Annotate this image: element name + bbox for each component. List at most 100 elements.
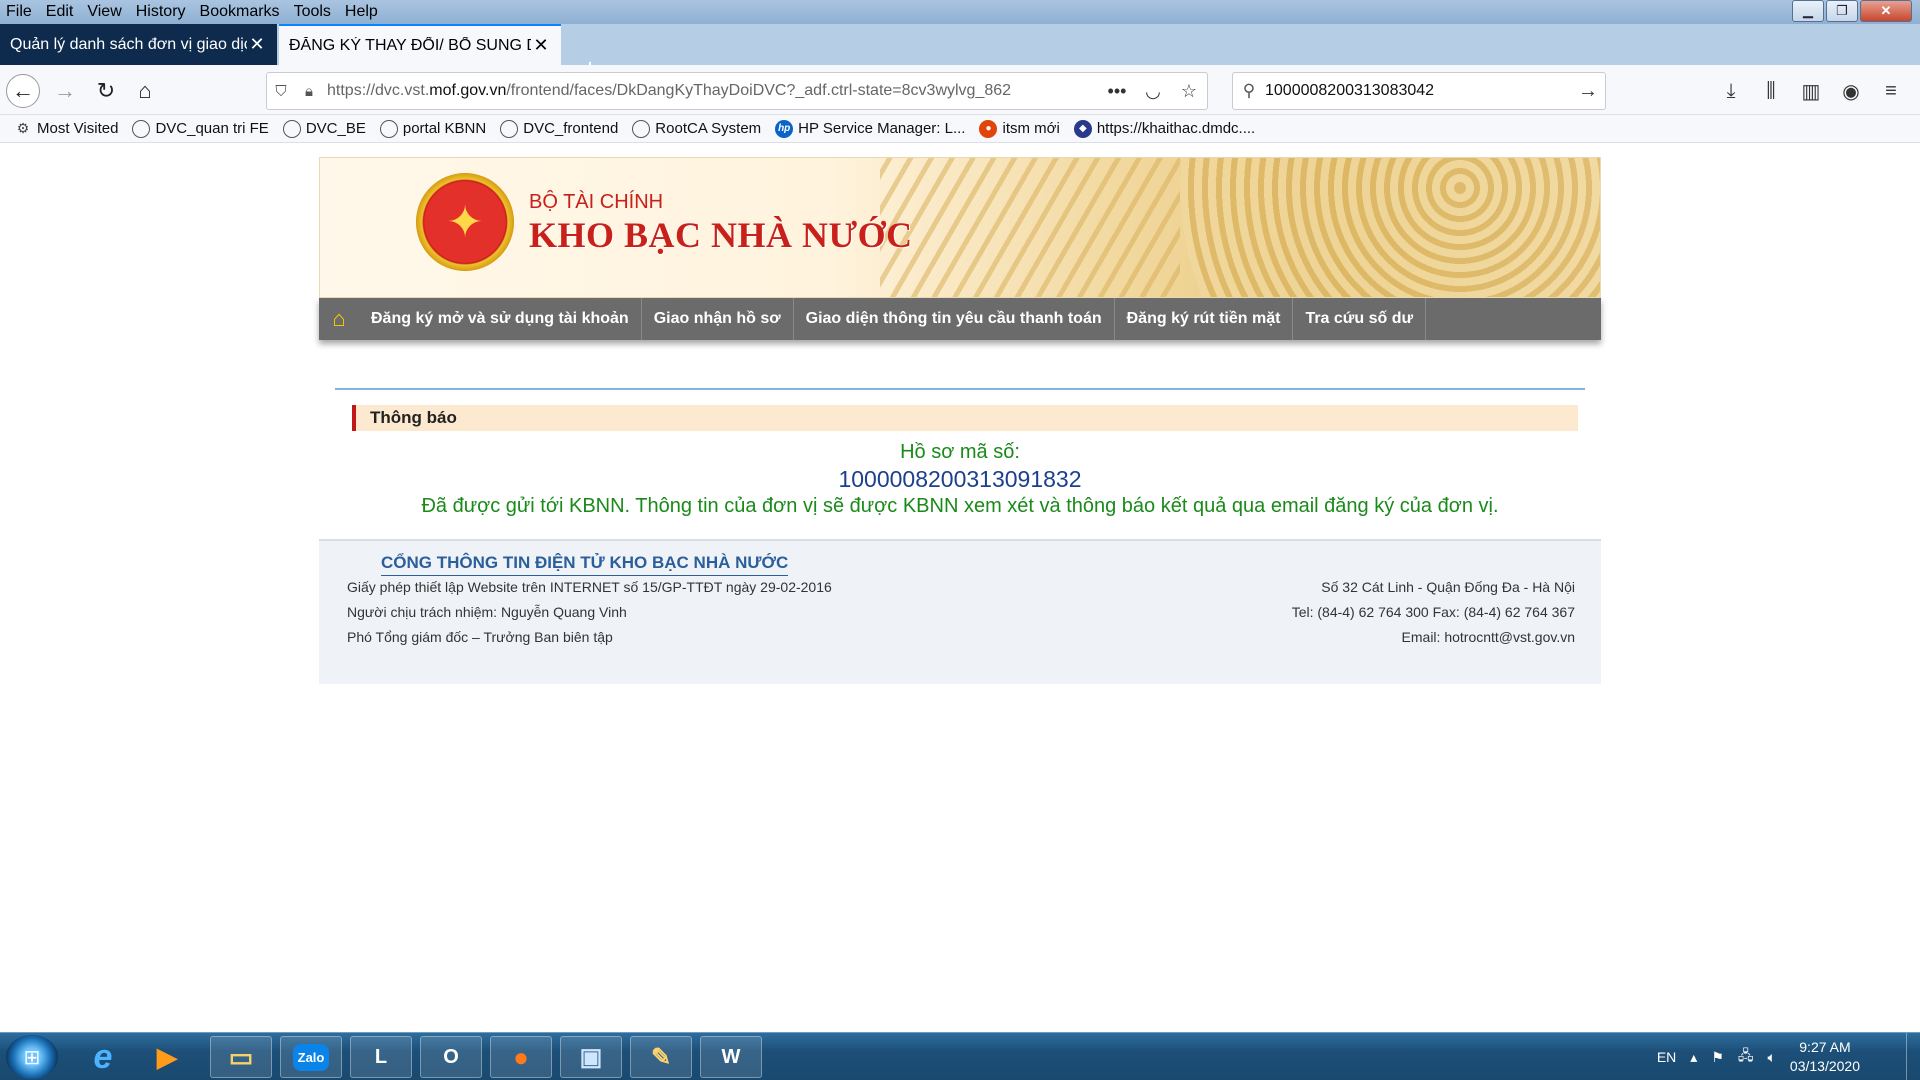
bookmark-most-visited[interactable]: ⚙ Most Visited [14, 120, 119, 138]
nav-balance-lookup[interactable]: Tra cứu số dư [1293, 298, 1427, 340]
zalo-icon[interactable]: Zalo [280, 1036, 342, 1078]
clock-date: 03/13/2020 [1789, 1058, 1860, 1074]
forward-button[interactable]: → [48, 74, 82, 108]
remote-desktop-icon[interactable]: ▣ [560, 1036, 622, 1078]
globe-icon [500, 119, 519, 138]
record-code: 1000008200313091832 [838, 466, 1082, 492]
tab-strip: Quản lý danh sách đơn vị giao dịch ✕ ĐĂN… [0, 24, 1920, 84]
show-hidden-icons-icon[interactable]: ▴ [1690, 1049, 1697, 1066]
menu-bar: File Edit View History Bookmarks Tools H… [0, 0, 385, 24]
notice-body: Hồ sơ mã số: 1000008200313091832 Đã được… [319, 439, 1601, 519]
bookmark-rootca-system[interactable]: RootCA System [632, 119, 761, 138]
tab-unit-list[interactable]: Quản lý danh sách đơn vị giao dịch ✕ [0, 24, 277, 65]
tab-change-registration[interactable]: ĐĂNG KÝ THAY ĐỔI/ BỔ SUNG DỊCH ✕ [279, 24, 561, 65]
lock-warning-icon[interactable]: 🔒︎ [295, 83, 323, 100]
nav-open-account[interactable]: Đăng ký mở và sử dụng tài khoản [359, 298, 642, 340]
org-name: KHO BẠC NHÀ NƯỚC [529, 215, 913, 255]
outlook-icon[interactable]: O [420, 1036, 482, 1078]
bookmarks-bar: ⚙ Most Visited DVC_quan tri FE DVC_BE po… [0, 115, 1920, 143]
url-path: /frontend/faces/DkDangKyThayDoiDVC?_adf.… [506, 82, 1012, 99]
search-go-arrow-icon[interactable]: → [1571, 80, 1605, 103]
notice-message: Đã được gửi tới KBNN. Thông tin của đơn … [421, 495, 1499, 517]
show-desktop-button[interactable] [1906, 1033, 1920, 1080]
clock[interactable]: 9:27 AM 03/13/2020 [1790, 1038, 1860, 1076]
menu-file[interactable]: File [0, 0, 39, 24]
site-footer: CỔNG THÔNG TIN ĐIỆN TỬ KHO BẠC NHÀ NƯỚC … [319, 539, 1601, 684]
firefox-icon[interactable]: ● [490, 1036, 552, 1078]
bookmark-star-icon[interactable]: ☆ [1171, 81, 1207, 102]
reload-button[interactable]: ↻ [89, 74, 123, 108]
arrow-right-icon: → [54, 78, 76, 103]
home-icon: ⌂ [138, 78, 152, 103]
window-titlebar: File Edit View History Bookmarks Tools H… [0, 0, 1920, 24]
word-icon[interactable]: W [700, 1036, 762, 1078]
hp-logo-icon: hp [775, 119, 794, 138]
internet-explorer-icon[interactable]: e [72, 1036, 134, 1078]
footer-position: Phó Tổng giám đốc – Trưởng Ban biên tập [347, 629, 613, 645]
content-divider [335, 388, 1585, 390]
globe-icon [132, 119, 151, 138]
start-button[interactable]: ⊞ [6, 1035, 58, 1079]
minimize-button[interactable]: ▁ [1792, 0, 1824, 22]
account-icon[interactable]: ◉ [1834, 74, 1868, 108]
menu-edit[interactable]: Edit [39, 0, 81, 24]
menu-view[interactable]: View [80, 0, 128, 24]
restore-button[interactable]: ❐ [1826, 0, 1858, 22]
bookmark-dvc-quan-tri-fe[interactable]: DVC_quan tri FE [132, 119, 269, 138]
bookmark-khaithac-dmdc[interactable]: ◆ https://khaithac.dmdc.... [1073, 119, 1256, 138]
menu-tools[interactable]: Tools [287, 0, 338, 24]
url-bar[interactable]: ⛉ 🔒︎ https://dvc.vst.mof.gov.vn/frontend… [266, 72, 1208, 110]
sidebar-icon[interactable]: ▥ [1794, 74, 1828, 108]
window-close-button[interactable]: ✕ [1860, 0, 1912, 22]
url-text[interactable]: https://dvc.vst.mof.gov.vn/frontend/face… [323, 82, 1099, 100]
paint-icon[interactable]: ✎ [630, 1036, 692, 1078]
menu-history[interactable]: History [129, 0, 193, 24]
tab-close-icon[interactable]: ✕ [531, 35, 551, 56]
treasury-emblem-logo: ✦ [416, 173, 514, 271]
bookmark-itsm-moi[interactable]: ● itsm mới [979, 119, 1060, 138]
nav-document-exchange[interactable]: Giao nhận hồ sơ [642, 298, 794, 340]
search-input[interactable] [1265, 82, 1571, 100]
nav-payment-request[interactable]: Giao diện thông tin yêu cầu thanh toán [794, 298, 1115, 340]
reload-icon: ↻ [96, 78, 116, 103]
globe-icon [632, 119, 651, 138]
volume-icon[interactable]: 🔈︎ [1768, 1049, 1776, 1066]
bookmark-label: https://khaithac.dmdc.... [1096, 120, 1256, 137]
network-icon[interactable]: 🖧︎ [1738, 1045, 1754, 1069]
lync-icon[interactable]: L [350, 1036, 412, 1078]
bookmark-dvc-be[interactable]: DVC_BE [282, 119, 366, 138]
downloads-icon[interactable]: ⤓ [1714, 74, 1748, 108]
site-banner: ✦ BỘ TÀI CHÍNH KHO BẠC NHÀ NƯỚC [319, 157, 1601, 298]
windows-taskbar: ⊞ e ▶ ▭ Zalo L O ● ▣ ✎ W EN ▴ ⚑ 🖧︎ 🔈︎ 9:… [0, 1032, 1920, 1080]
action-center-flag-icon[interactable]: ⚑ [1711, 1049, 1724, 1066]
bookmark-hp-service-manager[interactable]: hp HP Service Manager: L... [775, 119, 965, 138]
url-domain: mof.gov.vn [429, 82, 507, 99]
menu-help[interactable]: Help [338, 0, 385, 24]
page-viewport: ✦ BỘ TÀI CHÍNH KHO BẠC NHÀ NƯỚC ⌂ Đăng k… [0, 143, 1920, 1032]
menu-bookmarks[interactable]: Bookmarks [193, 0, 287, 24]
media-player-icon[interactable]: ▶ [136, 1036, 198, 1078]
bookmark-dvc-frontend[interactable]: DVC_frontend [500, 119, 618, 138]
bronze-drum-decoration [1180, 158, 1600, 297]
page-actions-icon[interactable]: ••• [1099, 81, 1135, 102]
hamburger-menu-icon[interactable]: ≡ [1874, 74, 1908, 108]
language-indicator[interactable]: EN [1657, 1049, 1676, 1065]
file-explorer-icon[interactable]: ▭ [210, 1036, 272, 1078]
shield-icon[interactable]: ⛉ [267, 83, 295, 100]
globe-icon [282, 119, 301, 138]
search-bar[interactable]: ⚲ → [1232, 72, 1606, 110]
back-button[interactable]: ← [6, 74, 40, 108]
zalo-label: Zalo [292, 1043, 330, 1071]
nav-cash-withdrawal[interactable]: Đăng ký rút tiền mặt [1115, 298, 1294, 340]
bookmark-label: itsm mới [1002, 120, 1060, 137]
library-icon[interactable]: ⫼ [1754, 74, 1788, 108]
tab-close-icon[interactable]: ✕ [247, 34, 267, 55]
home-button[interactable]: ⌂ [128, 74, 162, 108]
site-favicon-icon: ◆ [1073, 119, 1092, 138]
pocket-icon[interactable]: ◡ [1135, 81, 1171, 102]
bookmark-portal-kbnn[interactable]: portal KBNN [379, 119, 486, 138]
footer-address: Số 32 Cát Linh - Quận Đống Đa - Hà Nội [1321, 579, 1575, 595]
gear-icon: ⚙ [16, 120, 30, 136]
site-home-button[interactable]: ⌂ [319, 298, 359, 340]
site-container: ✦ BỘ TÀI CHÍNH KHO BẠC NHÀ NƯỚC ⌂ Đăng k… [319, 157, 1601, 684]
